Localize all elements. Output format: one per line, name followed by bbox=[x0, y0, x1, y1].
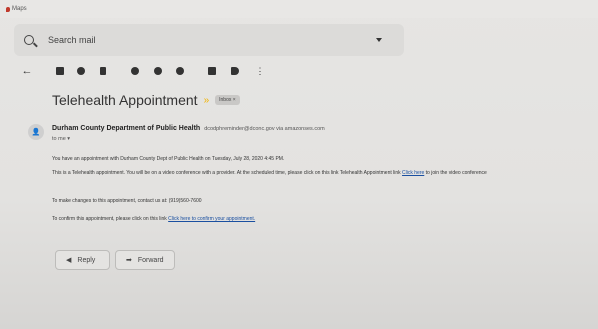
report-spam-icon[interactable] bbox=[76, 66, 86, 76]
sender-address: dcodphreminder@dconc.gov via amazonses.c… bbox=[204, 126, 325, 132]
browser-top-bar: Maps bbox=[0, 0, 598, 18]
labels-icon[interactable] bbox=[230, 66, 240, 76]
search-options-chevron-icon[interactable] bbox=[376, 38, 382, 42]
reply-button[interactable]: ◀ Reply bbox=[55, 250, 110, 270]
email-subject-row: Telehealth Appointment » Inbox × bbox=[52, 92, 240, 108]
email-subject: Telehealth Appointment bbox=[52, 92, 198, 108]
sender-line: Durham County Department of Public Healt… bbox=[52, 125, 325, 132]
forward-label: Forward bbox=[137, 256, 164, 264]
body-paragraph-1: You have an appointment with Durham Coun… bbox=[52, 156, 285, 162]
confirm-appointment-link[interactable]: Click here to confirm your appointment. bbox=[168, 216, 255, 222]
forward-arrow-icon: ➡ bbox=[126, 257, 132, 264]
gmail-screen: Maps Search mail ← ⋮ Telehealth Appointm… bbox=[0, 0, 598, 329]
body-paragraph-4: To confirm this appointment, please clic… bbox=[52, 216, 255, 222]
maps-bookmark-label: Maps bbox=[12, 6, 27, 12]
body-paragraph-2: This is a Telehealth appointment. You wi… bbox=[52, 170, 487, 176]
search-bar[interactable]: Search mail bbox=[14, 24, 404, 56]
search-input[interactable]: Search mail bbox=[48, 35, 96, 45]
move-to-icon[interactable] bbox=[207, 66, 217, 76]
back-arrow-icon[interactable]: ← bbox=[22, 65, 33, 77]
body-paragraph-2-text: This is a Telehealth appointment. You wi… bbox=[52, 170, 403, 176]
archive-icon[interactable] bbox=[55, 66, 65, 76]
reply-label: Reply bbox=[77, 256, 96, 264]
maps-bookmark[interactable]: Maps bbox=[6, 6, 27, 12]
body-paragraph-3: To make changes to this appointment, con… bbox=[52, 198, 202, 204]
sender-avatar: 👤 bbox=[28, 124, 44, 140]
mark-unread-icon[interactable] bbox=[130, 66, 140, 76]
add-to-tasks-icon[interactable] bbox=[175, 66, 185, 76]
important-marker-icon[interactable]: » bbox=[204, 95, 210, 106]
inbox-label-badge[interactable]: Inbox × bbox=[215, 95, 240, 105]
body-paragraph-2-end: to join the video conference bbox=[424, 170, 487, 176]
recipient-dropdown[interactable]: to me ▾ bbox=[52, 136, 70, 142]
more-options-icon[interactable]: ⋮ bbox=[255, 66, 265, 76]
sender-name: Durham County Department of Public Healt… bbox=[52, 125, 201, 132]
delete-icon[interactable] bbox=[98, 66, 108, 76]
message-toolbar: ← ⋮ bbox=[0, 60, 598, 84]
search-icon[interactable] bbox=[24, 35, 34, 45]
video-conference-link[interactable]: Click here bbox=[402, 170, 424, 176]
reply-arrow-icon: ◀ bbox=[66, 257, 72, 264]
snooze-icon[interactable] bbox=[153, 66, 163, 76]
body-paragraph-4-text: To confirm this appointment, please clic… bbox=[52, 216, 169, 222]
maps-pin-icon bbox=[6, 6, 10, 12]
forward-button[interactable]: ➡ Forward bbox=[115, 250, 175, 270]
